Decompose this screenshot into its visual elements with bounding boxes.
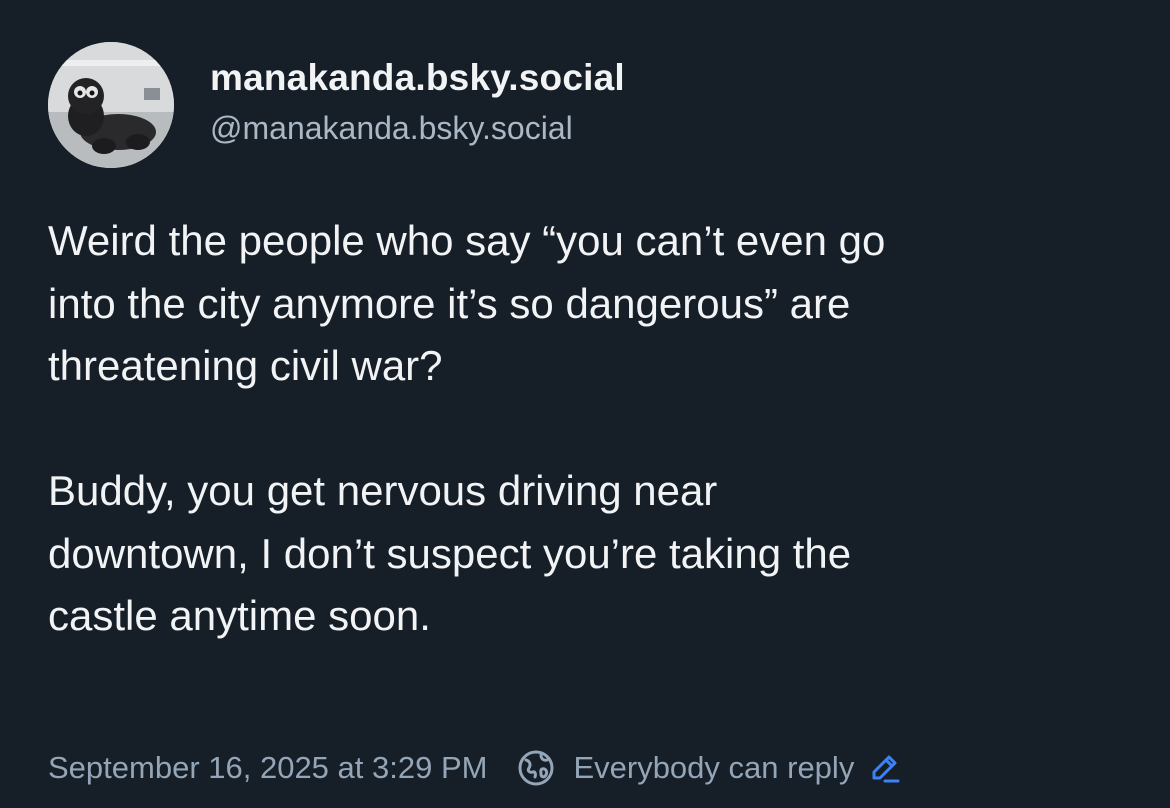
author-names: manakanda.bsky.social @manakanda.bsky.so…: [210, 56, 625, 148]
post-text: Weird the people who say “you can’t even…: [48, 217, 886, 639]
post-footer: September 16, 2025 at 3:29 PM Everybody …: [48, 744, 902, 792]
display-name[interactable]: manakanda.bsky.social: [210, 56, 625, 100]
avatar[interactable]: [48, 42, 174, 168]
author-handle[interactable]: @manakanda.bsky.social: [210, 108, 625, 148]
pencil-icon[interactable]: [868, 751, 902, 785]
reply-setting[interactable]: Everybody can reply: [573, 750, 854, 786]
globe-icon: [517, 749, 555, 787]
post-header: manakanda.bsky.social @manakanda.bsky.so…: [48, 42, 625, 168]
post-timestamp[interactable]: September 16, 2025 at 3:29 PM: [48, 750, 487, 786]
post-card: manakanda.bsky.social @manakanda.bsky.so…: [0, 0, 1170, 808]
